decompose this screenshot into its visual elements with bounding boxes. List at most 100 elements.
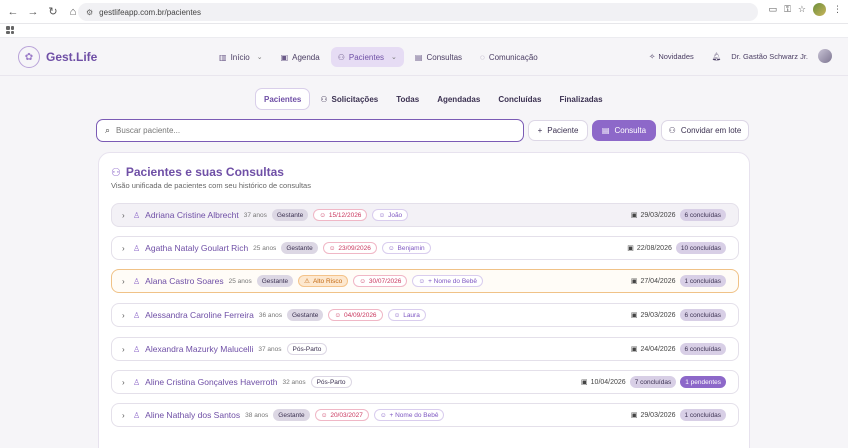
patient-row[interactable]: › ♙ Alessandra Caroline Ferreira 36 anos Ges… xyxy=(111,303,739,327)
status-badge: Gestante xyxy=(286,309,324,321)
completed-count-badge: 6 concluídas xyxy=(679,209,726,221)
baby-name-badge[interactable]: ☺ Laura xyxy=(387,309,426,321)
patient-name[interactable]: Alessandra Caroline Ferreira xyxy=(145,310,254,320)
baby-name: + Nome do Bebê xyxy=(428,277,478,285)
baby-name-badge[interactable]: ☺ Benjamin xyxy=(381,242,431,254)
tab-agendadas[interactable]: Agendadas xyxy=(429,88,488,110)
search-box[interactable]: ⌕ xyxy=(96,119,524,142)
app-header: ✿ Gest.Life ▥ Início ⌄ ▣ Agenda ⚇ Pacientes ⌄ ▤ C… xyxy=(0,38,848,76)
document-icon: ▤ xyxy=(601,126,610,135)
search-input[interactable] xyxy=(116,126,497,135)
nav-item-label: Agenda xyxy=(292,52,320,62)
site-info-icon[interactable]: ⚙ xyxy=(86,8,93,17)
cast-icon[interactable]: ▭ xyxy=(769,4,778,15)
tab-label: Concluídas xyxy=(498,94,542,104)
user-name[interactable]: Dr. Gastão Schwarz Jr. xyxy=(731,52,808,61)
tab-label: Agendadas xyxy=(437,94,481,104)
patient-name[interactable]: Adriana Cristine Albrecht xyxy=(145,210,239,220)
tab-todas[interactable]: Todas xyxy=(388,88,427,110)
due-date: 04/09/2026 xyxy=(344,311,377,319)
baby-icon: ☺ xyxy=(359,277,366,285)
baby-icon: ☺ xyxy=(378,211,386,219)
key-icon[interactable]: ⚿ xyxy=(784,4,791,15)
address-bar[interactable]: ⚙ gestlifeapp.com.br/pacientes xyxy=(78,3,758,21)
patient-name[interactable]: Agatha Nataly Goulart Rich xyxy=(145,243,248,253)
patient-name[interactable]: Aline Cristina Gonçalves Haverroth xyxy=(145,377,277,387)
chevron-right-icon[interactable]: › xyxy=(122,244,128,253)
user-icon: ♙ xyxy=(133,210,141,220)
bell-icon[interactable]: 🔔︎ xyxy=(712,52,722,61)
nav-item-label: Comunicação xyxy=(488,52,538,62)
baby-name-badge[interactable]: ☺ + Nome do Bebê xyxy=(373,409,445,421)
user-area: ✧ Novidades 🔔︎ Dr. Gastão Schwarz Jr. xyxy=(649,49,832,63)
profile-avatar[interactable] xyxy=(813,3,826,16)
card-subtitle: Visão unificada de pacientes com seu his… xyxy=(111,181,311,190)
bulk-invite-label: Convidar em lote xyxy=(680,126,742,135)
nav-item-consultas[interactable]: ▤ Consultas xyxy=(408,47,469,67)
back-icon[interactable]: ← xyxy=(4,3,22,21)
news-link[interactable]: ✧ Novidades xyxy=(649,52,694,61)
card-title: ⚇ Pacientes e suas Consultas xyxy=(111,165,284,179)
user-icon: ♙ xyxy=(133,344,141,354)
chevron-right-icon[interactable]: › xyxy=(122,277,128,286)
reload-icon[interactable]: ↻ xyxy=(44,3,62,21)
nav-item-agenda[interactable]: ▣ Agenda xyxy=(274,47,327,67)
bookmark-star-icon[interactable]: ☆ xyxy=(798,4,806,15)
bar-chart-icon: ▥ xyxy=(219,52,227,62)
due-date-badge: ☺ 23/09/2026 xyxy=(322,242,377,254)
chat-icon: ◌ xyxy=(480,52,485,62)
baby-name: João xyxy=(388,211,403,219)
tab-solicitacoes[interactable]: ⚇ Solicitações xyxy=(312,88,386,110)
tab-concluidas[interactable]: Concluídas xyxy=(490,88,549,110)
new-consult-button[interactable]: ▤ Consulta xyxy=(592,120,656,141)
user-avatar[interactable] xyxy=(818,49,832,63)
baby-name-badge[interactable]: ☺ + Nome do Bebê xyxy=(412,275,484,287)
tab-pacientes[interactable]: Pacientes xyxy=(255,88,311,110)
nav-item-pacientes[interactable]: ⚇ Pacientes ⌄ xyxy=(330,47,404,67)
apps-grid-icon[interactable] xyxy=(6,26,14,34)
url-text: gestlifeapp.com.br/pacientes xyxy=(99,7,202,17)
completed-count-badge: 7 concluídas xyxy=(629,376,677,388)
news-label: Novidades xyxy=(658,51,694,61)
chevron-right-icon[interactable]: › xyxy=(122,211,128,220)
user-icon: ♙ xyxy=(133,377,141,387)
users-icon: ⚇ xyxy=(337,52,345,62)
chevron-right-icon[interactable]: › xyxy=(122,345,128,354)
patient-name[interactable]: Alexandra Mazurky Malucelli xyxy=(145,344,253,354)
calendar-icon: ▣ xyxy=(630,412,638,419)
nav-item-label: Consultas xyxy=(426,52,463,62)
bulk-invite-button[interactable]: ⚇ Convidar em lote xyxy=(661,120,749,141)
menu-dots-icon[interactable]: ⋮ xyxy=(833,4,842,15)
risk-label: Alto Risco xyxy=(312,277,343,285)
tab-finalizadas[interactable]: Finalizadas xyxy=(551,88,610,110)
chevron-right-icon[interactable]: › xyxy=(122,378,128,387)
completed-count-badge: 6 concluídas xyxy=(679,309,726,321)
patient-tabs: Pacientes ⚇ Solicitações Todas Agendadas Conc… xyxy=(255,88,611,110)
chevron-right-icon[interactable]: › xyxy=(122,311,128,320)
patient-age: 25 anos xyxy=(253,244,277,252)
baby-name: + Nome do Bebê xyxy=(389,411,439,419)
patient-name[interactable]: Aline Nathaly dos Santos xyxy=(145,410,240,420)
patient-name[interactable]: Alana Castro Soares xyxy=(145,276,223,286)
baby-name-badge[interactable]: ☺ João xyxy=(372,209,409,221)
last-consult-date: ▣ 10/04/2026 xyxy=(581,378,626,387)
patient-age: 25 anos xyxy=(228,277,252,285)
patient-row[interactable]: › ♙ Aline Nathaly dos Santos 38 anos Gestant… xyxy=(111,403,739,427)
patient-row[interactable]: › ♙ Alexandra Mazurky Malucelli 37 anos Pós-… xyxy=(111,337,739,361)
nav-item-comunicacao[interactable]: ◌ Comunicação xyxy=(473,47,545,67)
chevron-right-icon[interactable]: › xyxy=(122,411,128,420)
last-consult-date-text: 29/03/2026 xyxy=(640,211,676,219)
row-summary: ▣ 22/08/2026 10 concluídas xyxy=(627,242,726,254)
chevron-down-icon: ⌄ xyxy=(256,54,263,61)
patient-row[interactable]: › ♙ Aline Cristina Gonçalves Haverroth 32 a… xyxy=(111,370,739,394)
nav-item-inicio[interactable]: ▥ Início ⌄ xyxy=(212,47,270,67)
forward-icon[interactable]: → xyxy=(24,3,42,21)
baby-name: Laura xyxy=(403,311,420,319)
patient-row[interactable]: › ♙ Alana Castro Soares 25 anos Gestante ⚠ Alt… xyxy=(111,269,739,293)
patient-row[interactable]: › ♙ Adriana Cristine Albrecht 37 anos Gestan… xyxy=(111,203,739,227)
status-badge: Gestante xyxy=(271,209,309,221)
add-patient-button[interactable]: + Paciente xyxy=(528,120,588,141)
plus-icon: + xyxy=(537,126,543,135)
app-logo[interactable]: ✿ Gest.Life xyxy=(18,46,97,68)
patient-row[interactable]: › ♙ Agatha Nataly Goulart Rich 25 anos Gesta… xyxy=(111,236,739,260)
